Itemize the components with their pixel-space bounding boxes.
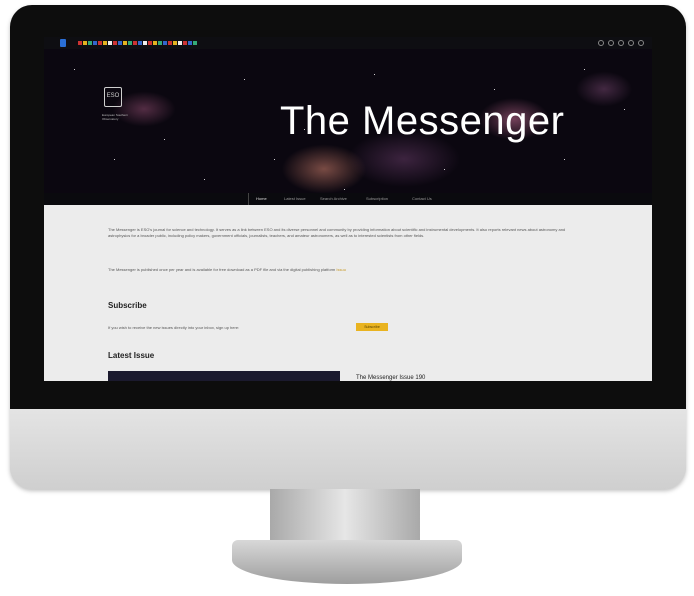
screen: ESO European Southern Observatory The Me… xyxy=(44,37,652,381)
nav-item-contact[interactable]: Contact Us xyxy=(412,196,432,201)
hero-banner: ESO European Southern Observatory The Me… xyxy=(44,49,652,205)
subscribe-heading: Subscribe xyxy=(108,301,147,310)
eso-logo[interactable]: ESO xyxy=(104,87,122,107)
monitor-stand-foot xyxy=(232,540,462,584)
social-icon-1[interactable] xyxy=(598,40,604,46)
main-nav: Home Latest Issue Search Archive Subscri… xyxy=(44,193,652,205)
nav-item-search-archive[interactable]: Search Archive xyxy=(320,196,347,201)
subscribe-button[interactable]: Subscribe xyxy=(356,323,388,331)
nav-item-subscription[interactable]: Subscription xyxy=(366,196,388,201)
eso-mini-logo-icon[interactable] xyxy=(60,39,66,47)
social-icon-2[interactable] xyxy=(608,40,614,46)
nav-item-latest-issue[interactable]: Latest Issue xyxy=(284,196,306,201)
latest-issue-heading: Latest Issue xyxy=(108,351,155,360)
issuu-link[interactable]: Issuu xyxy=(336,267,346,272)
monitor-chin xyxy=(10,409,686,489)
nav-item-home[interactable]: Home xyxy=(256,196,267,201)
top-bar xyxy=(44,37,652,49)
latest-issue-title[interactable]: The Messenger Issue 190 xyxy=(356,375,425,381)
language-flag-strip[interactable] xyxy=(78,41,197,45)
social-icon-4[interactable] xyxy=(628,40,634,46)
main-content: The Messenger is ESO's journal for scien… xyxy=(44,205,652,381)
nav-divider xyxy=(248,193,249,205)
page-title: The Messenger xyxy=(280,99,565,143)
top-icons xyxy=(598,40,644,46)
intro-paragraph-2: The Messenger is published once per year… xyxy=(108,267,588,273)
subscribe-text: If you wish to receive the new issues di… xyxy=(108,325,240,330)
eso-org-name: European Southern Observatory xyxy=(102,113,129,121)
latest-issue-cover[interactable] xyxy=(108,371,340,381)
social-icon-3[interactable] xyxy=(618,40,624,46)
intro-paragraph-2-text: The Messenger is published once per year… xyxy=(108,267,336,272)
search-icon[interactable] xyxy=(638,40,644,46)
intro-paragraph-1: The Messenger is ESO's journal for scien… xyxy=(108,227,566,238)
